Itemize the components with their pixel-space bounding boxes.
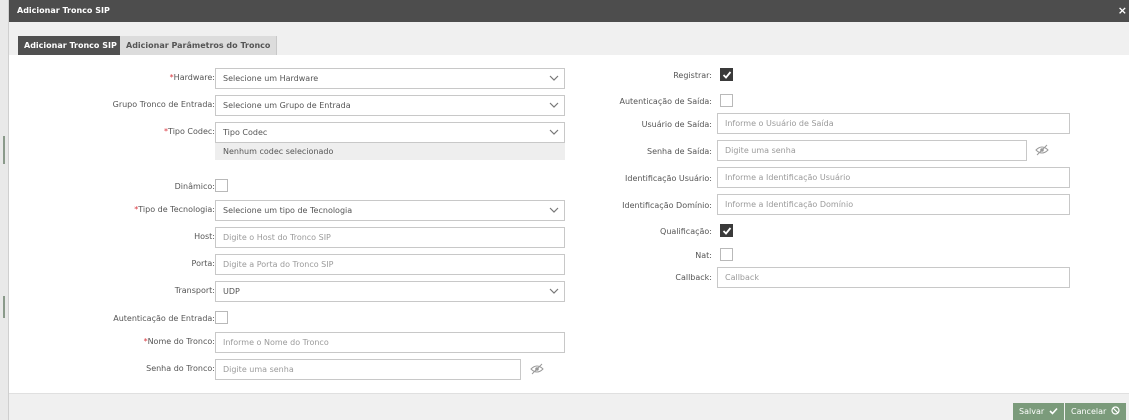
callback-input[interactable]: Callback <box>717 267 1070 288</box>
ban-icon <box>1111 406 1120 415</box>
tipo-codec-label: *Tipo Codec: <box>164 127 215 136</box>
grupo-entrada-label: Grupo Tronco de Entrada: <box>112 100 215 109</box>
identificacao-dominio-label: Identificação Domínio: <box>622 201 712 210</box>
dialog-title: Adicionar Tronco SIP <box>17 6 110 15</box>
host-label: Host: <box>194 232 215 241</box>
transport-select[interactable]: UDP <box>215 281 565 302</box>
hardware-label: *Hardware: <box>169 73 215 82</box>
cancel-button[interactable]: Cancelar <box>1065 403 1126 420</box>
check-icon <box>722 227 732 235</box>
side-strip <box>0 0 9 420</box>
chevron-down-icon <box>549 288 559 294</box>
form-panel: *Hardware: Selecione um Hardware Grupo T… <box>9 55 1129 393</box>
senha-tronco-label: Senha do Tronco: <box>146 364 215 373</box>
porta-input[interactable]: Digite a Porta do Tronco SIP <box>215 254 565 275</box>
chevron-down-icon <box>549 207 559 213</box>
porta-label: Porta: <box>191 259 215 268</box>
close-icon[interactable]: × <box>1118 4 1127 17</box>
tipo-tecnologia-select[interactable]: Selecione um tipo de Tecnologia <box>215 200 565 221</box>
check-icon <box>722 71 732 79</box>
grupo-entrada-select[interactable]: Selecione um Grupo de Entrada <box>215 95 565 116</box>
chevron-down-icon <box>549 75 559 81</box>
tab-adicionar-tronco[interactable]: Adicionar Tronco SIP <box>18 36 123 55</box>
dialog-titlebar: Adicionar Tronco SIP × <box>9 0 1129 22</box>
senha-saida-input[interactable]: Digite uma senha <box>717 140 1027 161</box>
side-tick <box>3 136 5 164</box>
chevron-down-icon <box>549 129 559 135</box>
dinamico-label: Dinâmico: <box>174 182 215 191</box>
callback-label: Callback: <box>675 273 712 282</box>
tab-bar: Adicionar Tronco SIP Adicionar Parâmetro… <box>9 22 1129 55</box>
tipo-tecnologia-label: *Tipo de Tecnologia: <box>134 205 215 214</box>
chevron-down-icon <box>549 102 559 108</box>
senha-saida-label: Senha de Saída: <box>646 147 712 156</box>
autenticacao-entrada-checkbox[interactable] <box>215 311 228 324</box>
dinamico-checkbox[interactable] <box>215 179 228 192</box>
usuario-saida-label: Usuário de Saída: <box>641 120 712 129</box>
nome-tronco-label: *Nome do Tronco: <box>143 337 215 346</box>
hardware-select[interactable]: Selecione um Hardware <box>215 68 565 89</box>
nome-tronco-input[interactable]: Informe o Nome do Tronco <box>215 332 565 353</box>
save-button[interactable]: Salvar <box>1013 403 1064 420</box>
identificacao-usuario-input[interactable]: Informe a Identificação Usuário <box>717 167 1070 188</box>
qualificacao-checkbox[interactable] <box>720 224 733 237</box>
nat-label: Nat: <box>695 251 712 260</box>
senha-tronco-input[interactable]: Digite uma senha <box>215 359 521 380</box>
identificacao-usuario-label: Identificação Usuário: <box>625 174 712 183</box>
check-icon <box>1049 407 1058 415</box>
usuario-saida-input[interactable]: Informe o Usuário de Saída <box>717 113 1070 134</box>
autenticacao-saida-label: Autenticação de Saída: <box>619 97 713 106</box>
autenticacao-saida-checkbox[interactable] <box>720 94 733 107</box>
side-tick <box>3 296 5 318</box>
host-input[interactable]: Digite o Host do Tronco SIP <box>215 227 565 248</box>
eye-slash-icon[interactable] <box>1035 144 1049 156</box>
registrar-label: Registrar: <box>673 71 712 80</box>
nat-checkbox[interactable] <box>720 248 733 261</box>
transport-label: Transport: <box>174 286 215 295</box>
dialog-footer: Salvar Cancelar <box>9 393 1129 420</box>
tab-parametros-tronco[interactable]: Adicionar Parâmetros do Tronco <box>120 36 278 55</box>
identificacao-dominio-input[interactable]: Informe a Identificação Domínio <box>717 194 1070 215</box>
tipo-codec-select[interactable]: Tipo Codec <box>215 122 565 143</box>
qualificacao-label: Qualificação: <box>660 227 712 236</box>
codec-empty-note: Nenhum codec selecionado <box>215 143 565 160</box>
eye-slash-icon[interactable] <box>530 363 544 375</box>
autenticacao-entrada-label: Autenticação de Entrada: <box>113 314 215 323</box>
registrar-checkbox[interactable] <box>720 68 733 81</box>
